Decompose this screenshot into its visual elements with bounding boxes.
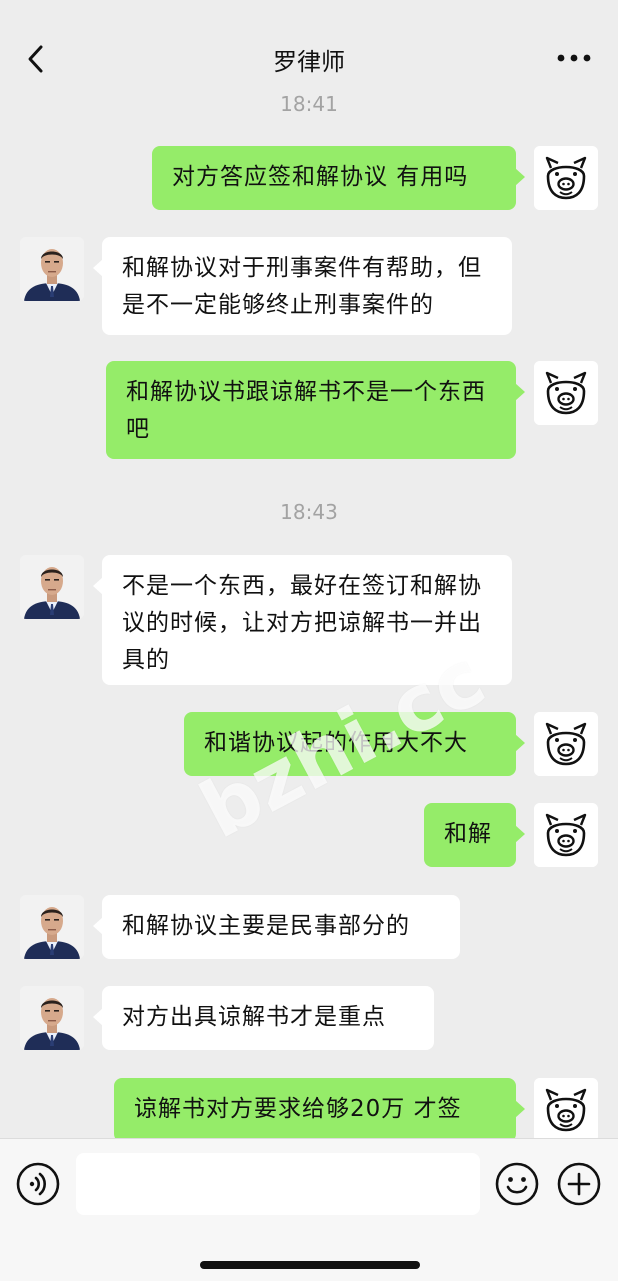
input-bar <box>0 1138 618 1281</box>
timestamp: 18:41 <box>280 92 338 116</box>
lawyer-avatar[interactable] <box>20 986 84 1050</box>
sent-message[interactable]: 和解 <box>424 803 525 867</box>
lawyer-photo-icon <box>20 555 84 619</box>
sent-message[interactable]: 谅解书对方要求给够20万 才签 <box>114 1078 525 1138</box>
received-message[interactable]: 不是一个东西，最好在签订和解协议的时候，让对方把谅解书一并出具的 <box>93 555 512 685</box>
voice-icon <box>16 1162 60 1206</box>
sent-message[interactable]: 对方答应签和解协议 有用吗 <box>152 146 525 210</box>
chat-header: 罗律师 <box>0 0 618 92</box>
plus-icon <box>557 1162 601 1206</box>
received-message[interactable]: 和解协议对于刑事案件有帮助，但是不一定能够终止刑事案件的 <box>93 237 512 335</box>
lawyer-photo-icon <box>20 986 84 1050</box>
pig-avatar-icon <box>534 361 598 425</box>
chat-title: 罗律师 <box>273 48 345 76</box>
my-avatar[interactable] <box>534 803 598 867</box>
my-avatar[interactable] <box>534 361 598 425</box>
message-list[interactable]: 18:41 对方答应签和解协议 有用吗 和解协议对于刑事案件有帮助，但是不一定能… <box>0 92 618 1138</box>
lawyer-avatar[interactable] <box>20 555 84 619</box>
my-avatar[interactable] <box>534 146 598 210</box>
lawyer-photo-icon <box>20 895 84 959</box>
more-dots-icon <box>557 54 591 62</box>
lawyer-avatar[interactable] <box>20 237 84 301</box>
pig-avatar-icon <box>534 803 598 867</box>
pig-avatar-icon <box>534 712 598 776</box>
more-button[interactable] <box>554 48 594 68</box>
home-indicator[interactable] <box>200 1261 420 1269</box>
pig-avatar-icon <box>534 146 598 210</box>
lawyer-photo-icon <box>20 237 84 301</box>
sent-message[interactable]: 和谐协议起的作用大不大 <box>184 712 525 776</box>
my-avatar[interactable] <box>534 1078 598 1138</box>
pig-avatar-icon <box>534 1078 598 1138</box>
timestamp: 18:43 <box>280 500 338 524</box>
more-functions-button[interactable] <box>556 1161 602 1207</box>
my-avatar[interactable] <box>534 712 598 776</box>
lawyer-avatar[interactable] <box>20 895 84 959</box>
emoji-button[interactable] <box>494 1161 540 1207</box>
message-input[interactable] <box>76 1153 480 1215</box>
received-message[interactable]: 和解协议主要是民事部分的 <box>93 895 460 959</box>
sent-message[interactable]: 和解协议书跟谅解书不是一个东西吧 <box>106 361 525 459</box>
voice-button[interactable] <box>15 1161 61 1207</box>
emoji-icon <box>495 1162 539 1206</box>
received-message[interactable]: 对方出具谅解书才是重点 <box>93 986 434 1050</box>
